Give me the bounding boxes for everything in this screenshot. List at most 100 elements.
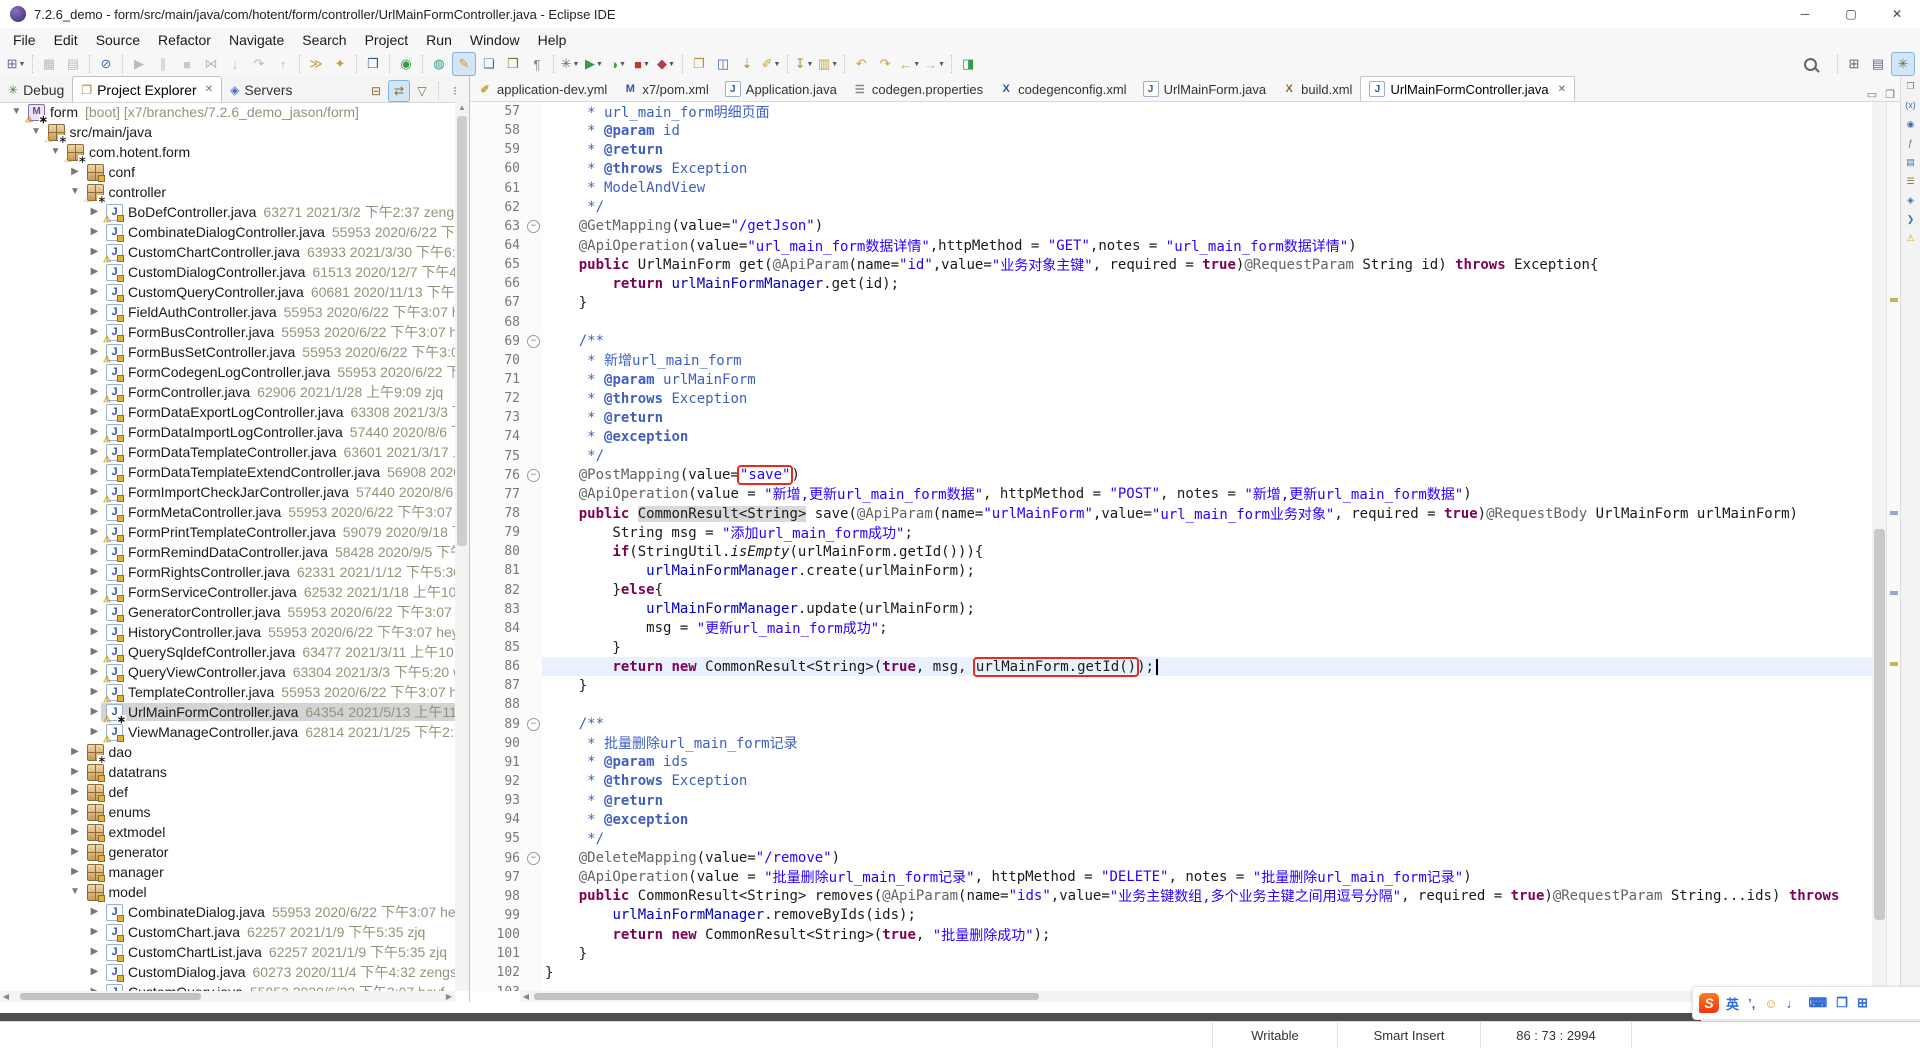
tree-vertical-scrollbar[interactable]: ▲ <box>455 102 469 991</box>
show-whitespace-icon[interactable]: ¶ <box>526 53 548 75</box>
build-all-icon[interactable]: ▥▼ <box>817 53 839 75</box>
code-line[interactable]: 66 return urlMainFormManager.get(id); <box>470 274 1872 293</box>
chevron-right-icon[interactable]: ▶ <box>88 902 101 922</box>
tree-item[interactable]: ▶J⚠BoDefController.java63271 2021/3/2 下午… <box>0 202 455 222</box>
code-line[interactable]: 91 * @param ids <box>470 753 1872 772</box>
tree-item[interactable]: ▶J⚠CustomChartController.java63933 2021/… <box>0 242 455 262</box>
code-line[interactable]: 88 <box>470 695 1872 714</box>
maven-update-icon[interactable]: ◍ <box>428 53 450 75</box>
chevron-right-icon[interactable]: ▶ <box>69 742 82 762</box>
menu-file[interactable]: File <box>4 28 45 52</box>
chevron-right-icon[interactable]: ▶ <box>88 622 101 642</box>
maximize-button[interactable]: ▢ <box>1828 0 1874 28</box>
tree-item[interactable]: ▶manager <box>0 862 455 882</box>
last-edit-location-icon[interactable]: ↶ <box>850 53 872 75</box>
code-line[interactable]: 69− /** <box>470 332 1872 351</box>
tree-item[interactable]: ▶J⚠FormController.java62906 2021/1/28 上午… <box>0 382 455 402</box>
tree-item[interactable]: ▶∗dao <box>0 742 455 762</box>
tab-urlmainform-java[interactable]: JUrlMainForm.java <box>1135 77 1275 101</box>
tree-item[interactable]: ▶J⚠ViewManageController.java62814 2021/1… <box>0 722 455 742</box>
code-line[interactable]: 74 * @exception <box>470 427 1872 446</box>
code-line[interactable]: 62 */ <box>470 198 1872 217</box>
scroll-right-arrow[interactable]: ▶ <box>443 992 455 1001</box>
jee-perspective-icon[interactable]: ▤ <box>1867 53 1889 75</box>
scroll-left-arrow[interactable]: ◀ <box>0 992 12 1001</box>
chevron-right-icon[interactable]: ▶ <box>88 262 101 282</box>
tree-item[interactable]: ▶J⚠FormBusController.java55953 2020/6/22… <box>0 322 455 342</box>
menu-navigate[interactable]: Navigate <box>220 28 293 52</box>
code-editor[interactable]: 57 * url_main_form明细页面58 * @param id59 *… <box>470 102 1872 991</box>
code-line[interactable]: 58 * @param id <box>470 121 1872 140</box>
tree-item[interactable]: ▶JCustomQueryController.java60681 2020/1… <box>0 282 455 302</box>
code-line[interactable]: 96− @DeleteMapping(value="/remove") <box>470 848 1872 867</box>
tree-item[interactable]: ▼⚠∗src/main/java <box>0 122 455 142</box>
tree-item[interactable]: ▶J⚠FormPrintTemplateController.java59079… <box>0 522 455 542</box>
tab-application-dev-yml[interactable]: ✐application-dev.yml <box>470 77 615 101</box>
chevron-right-icon[interactable]: ▶ <box>69 762 82 782</box>
scrollbar-thumb[interactable] <box>457 116 467 546</box>
menu-window[interactable]: Window <box>461 28 529 52</box>
scrollbar-track[interactable] <box>12 992 443 1001</box>
tab-application-java[interactable]: JApplication.java <box>717 77 845 101</box>
open-element-icon[interactable]: ❒ <box>362 53 384 75</box>
tree-item[interactable]: ▶JFormCodegenLogController.java55953 202… <box>0 362 455 382</box>
run-launch-icon[interactable]: ▶▼ <box>583 53 605 75</box>
fold-collapse-icon[interactable]: − <box>527 220 540 233</box>
code-line[interactable]: 98 public CommonResult<String> removes(@… <box>470 887 1872 906</box>
debug-launch-icon[interactable]: ✳▼ <box>559 53 581 75</box>
code-line[interactable]: 102} <box>470 963 1872 982</box>
resume-icon[interactable]: ▶ <box>128 53 150 75</box>
debug-perspective-icon[interactable]: ✳ <box>1891 52 1915 76</box>
mark-occurrences-icon[interactable]: ✎ <box>452 52 476 76</box>
step-into-icon[interactable]: ↓ <box>224 53 246 75</box>
tree-item[interactable]: ▶JCustomDialog.java60273 2020/11/4 下午4:3… <box>0 962 455 982</box>
tree-item[interactable]: ▶JGeneratorController.java55953 2020/6/2… <box>0 602 455 622</box>
chevron-down-icon[interactable]: ▼ <box>69 182 82 202</box>
chevron-right-icon[interactable]: ▶ <box>88 302 101 322</box>
tab-servers[interactable]: ◈Servers <box>222 77 300 102</box>
menu-refactor[interactable]: Refactor <box>149 28 220 52</box>
tree-item[interactable]: ▼M⚠∗form[boot] [x7/branches/7.2.6_demo_j… <box>0 102 455 122</box>
chevron-right-icon[interactable]: ▶ <box>88 722 101 742</box>
code-line[interactable]: 85 } <box>470 638 1872 657</box>
tree-item[interactable]: ▼model <box>0 882 455 902</box>
menu-search[interactable]: Search <box>293 28 355 52</box>
chevron-right-icon[interactable]: ▶ <box>88 602 101 622</box>
code-line[interactable]: 78 public CommonResult<String> save(@Api… <box>470 504 1872 523</box>
pin-editor-icon[interactable]: ◨ <box>957 53 979 75</box>
chevron-right-icon[interactable]: ▶ <box>88 282 101 302</box>
tree-item[interactable]: ▶JHistoryController.java55953 2020/6/22 … <box>0 622 455 642</box>
tree-item[interactable]: ▶JCustomChartList.java62257 2021/1/9 下午5… <box>0 942 455 962</box>
new-class-icon[interactable]: ❏ <box>478 53 500 75</box>
code-line[interactable]: 68 <box>470 313 1872 332</box>
collapse-all-icon[interactable]: ⊟ <box>366 81 386 101</box>
chevron-right-icon[interactable]: ▶ <box>88 502 101 522</box>
terminate-icon[interactable]: ■ <box>176 53 198 75</box>
coverage-launch-icon[interactable]: ◑▼ <box>607 53 629 75</box>
new-package-icon[interactable]: ❒ <box>502 53 524 75</box>
menu-run[interactable]: Run <box>417 28 461 52</box>
import-icon[interactable]: ↧▼ <box>793 53 815 75</box>
lang-indicator[interactable]: 英 <box>1726 994 1739 1013</box>
skip-breakpoints-icon[interactable]: ⊘ <box>95 53 117 75</box>
tree-item[interactable]: ▶JCombinateDialogController.java55953 20… <box>0 222 455 242</box>
chevron-right-icon[interactable]: ▶ <box>88 662 101 682</box>
scroll-left-arrow[interactable]: ◀ <box>520 992 532 1001</box>
chevron-right-icon[interactable]: ▶ <box>88 422 101 442</box>
tree-item[interactable]: ▶J⚠FormBusSetController.java55953 2020/6… <box>0 342 455 362</box>
code-line[interactable]: 59 * @return <box>470 140 1872 159</box>
tree-item[interactable]: ▶generator <box>0 842 455 862</box>
tree-item[interactable]: ▶JFieldAuthController.java55953 2020/6/2… <box>0 302 455 322</box>
tree-item[interactable]: ▶J⚠FormDataTemplateController.java63601 … <box>0 442 455 462</box>
code-line[interactable]: 101 } <box>470 944 1872 963</box>
tree-item[interactable]: ▶JFormMetaController.java55953 2020/6/22… <box>0 502 455 522</box>
minimize-button[interactable]: ─ <box>1782 0 1828 28</box>
code-line[interactable]: 80 if(StringUtil.isEmpty(urlMainForm.get… <box>470 542 1872 561</box>
code-line[interactable]: 65 public UrlMainForm get(@ApiParam(name… <box>470 255 1872 274</box>
step-over-icon[interactable]: ↷ <box>248 53 270 75</box>
step-return-icon[interactable]: ↑ <box>272 53 294 75</box>
tree-item[interactable]: ▶JCustomQuery.java55953 2020/6/22 下午3:07… <box>0 982 455 991</box>
back-icon[interactable]: ←▼ <box>898 53 921 75</box>
code-line[interactable]: 79 String msg = "添加url_main_form成功"; <box>470 523 1872 542</box>
fold-collapse-icon[interactable]: − <box>527 335 540 348</box>
